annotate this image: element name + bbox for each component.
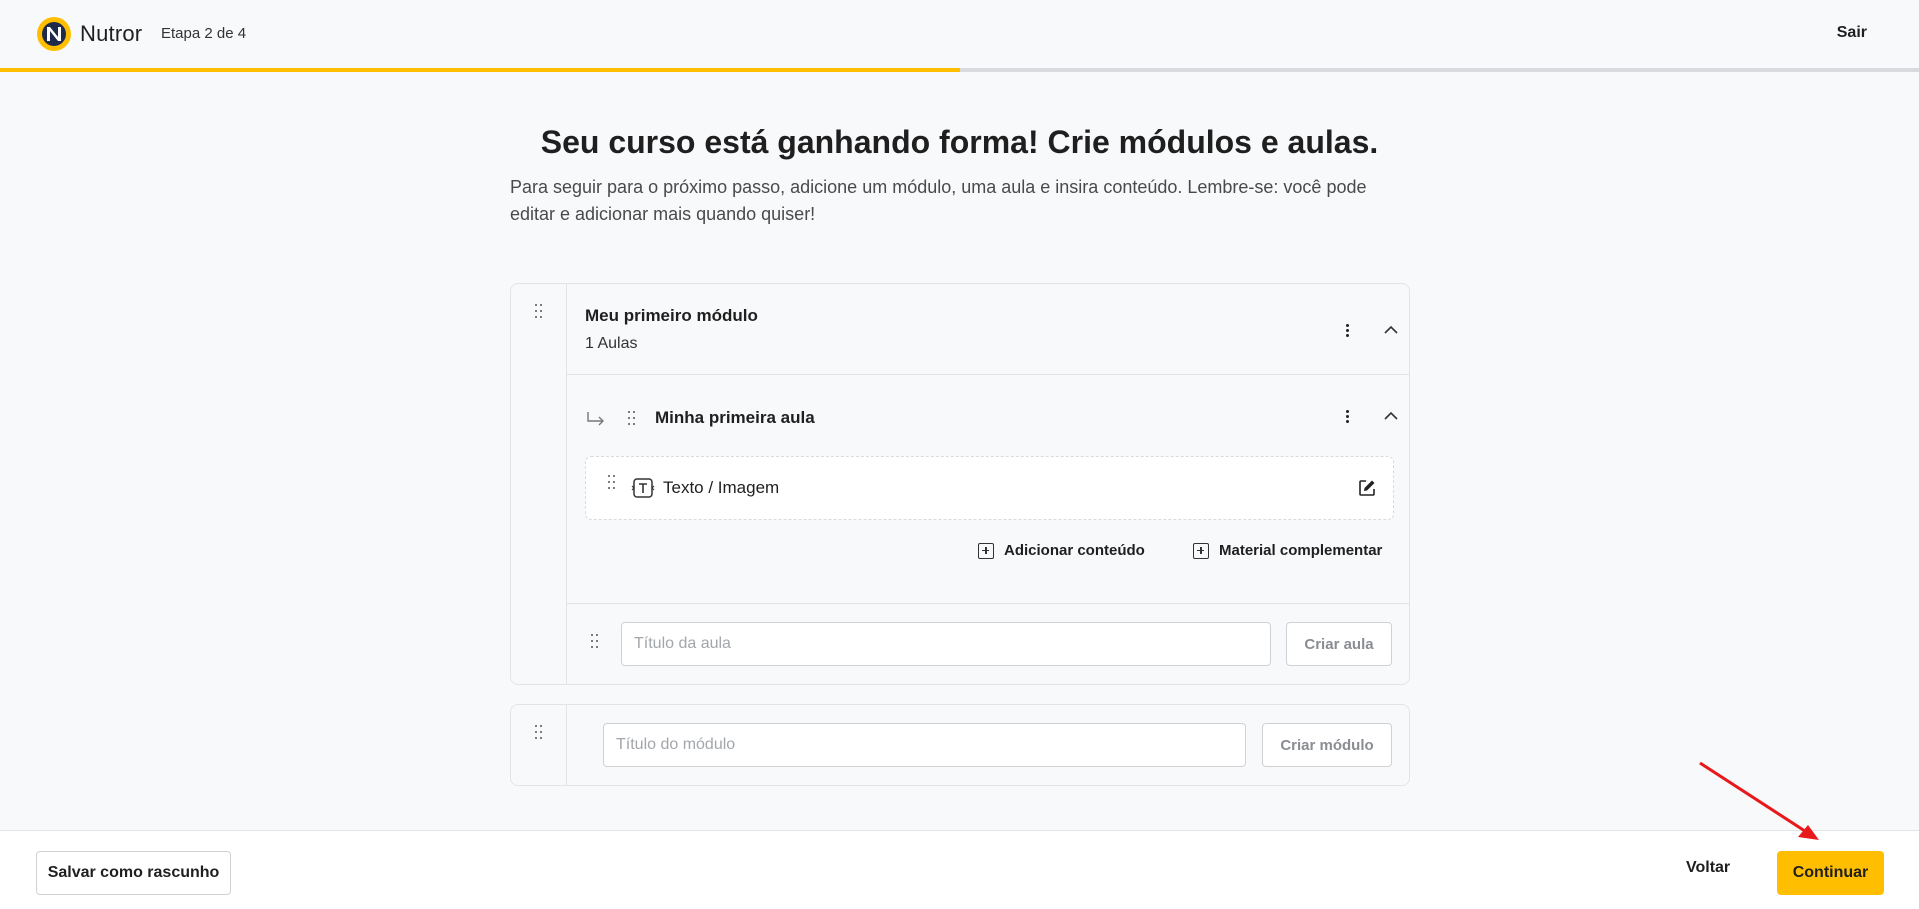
module-title-input[interactable] (603, 723, 1246, 767)
subdirectory-arrow-icon (587, 412, 604, 426)
page-title: Seu curso está ganhando forma! Crie módu… (540, 124, 1379, 160)
lesson-title-input[interactable] (621, 622, 1271, 666)
add-content-label: Adicionar conteúdo (1004, 542, 1145, 559)
back-button[interactable]: Voltar (1686, 859, 1730, 877)
drag-handle-icon[interactable] (628, 411, 638, 427)
nutror-logo-icon (37, 17, 71, 51)
text-image-icon (631, 478, 655, 498)
module-lesson-count: 1 Aulas (585, 335, 638, 352)
content-item-label: Texto / Imagem (663, 478, 780, 497)
step-indicator: Etapa 2 de 4 (161, 25, 247, 42)
footer-bar: Salvar como rascunho Voltar Continuar (0, 830, 1919, 909)
content-item[interactable]: Texto / Imagem (585, 456, 1394, 520)
create-lesson-button[interactable]: Criar aula (1286, 622, 1392, 666)
plus-square-icon (1193, 542, 1209, 559)
add-content-button[interactable]: Adicionar conteúdo (978, 542, 1145, 559)
exit-button[interactable]: Sair (1837, 24, 1867, 42)
save-draft-button[interactable]: Salvar como rascunho (36, 851, 231, 895)
top-header: Nutror Etapa 2 de 4 Sair (0, 0, 1919, 68)
edit-icon[interactable] (1357, 478, 1377, 498)
module-title: Meu primeiro módulo (585, 306, 758, 325)
new-module-gutter (511, 705, 567, 785)
progress-bar (0, 68, 1919, 72)
module-card: Meu primeiro módulo 1 Aulas Minha primei… (510, 283, 1410, 685)
chevron-up-icon[interactable] (1382, 407, 1400, 425)
page-subtitle: Para seguir para o próximo passo, adicio… (510, 177, 1367, 224)
plus-square-icon (978, 542, 994, 559)
drag-handle-icon[interactable] (535, 304, 545, 320)
continue-button[interactable]: Continuar (1777, 851, 1884, 895)
module-header[interactable]: Meu primeiro módulo 1 Aulas (567, 284, 1409, 375)
module-gutter (511, 284, 567, 684)
kebab-menu-icon[interactable] (1337, 406, 1357, 426)
supplementary-material-button[interactable]: Material complementar (1193, 542, 1382, 559)
create-module-button[interactable]: Criar módulo (1262, 723, 1392, 767)
new-lesson-row: Criar aula (567, 603, 1409, 685)
drag-handle-icon[interactable] (608, 475, 618, 491)
drag-handle-icon[interactable] (591, 634, 601, 650)
drag-handle-icon[interactable] (535, 725, 545, 741)
brand-logo[interactable]: Nutror (36, 16, 142, 52)
lesson-title[interactable]: Minha primeira aula (655, 408, 815, 428)
progress-bar-fill (0, 68, 960, 72)
brand-name: Nutror (80, 21, 143, 46)
supplementary-material-label: Material complementar (1219, 542, 1383, 559)
kebab-menu-icon[interactable] (1337, 320, 1357, 340)
new-module-card: Criar módulo (510, 704, 1410, 786)
chevron-up-icon[interactable] (1382, 321, 1400, 339)
